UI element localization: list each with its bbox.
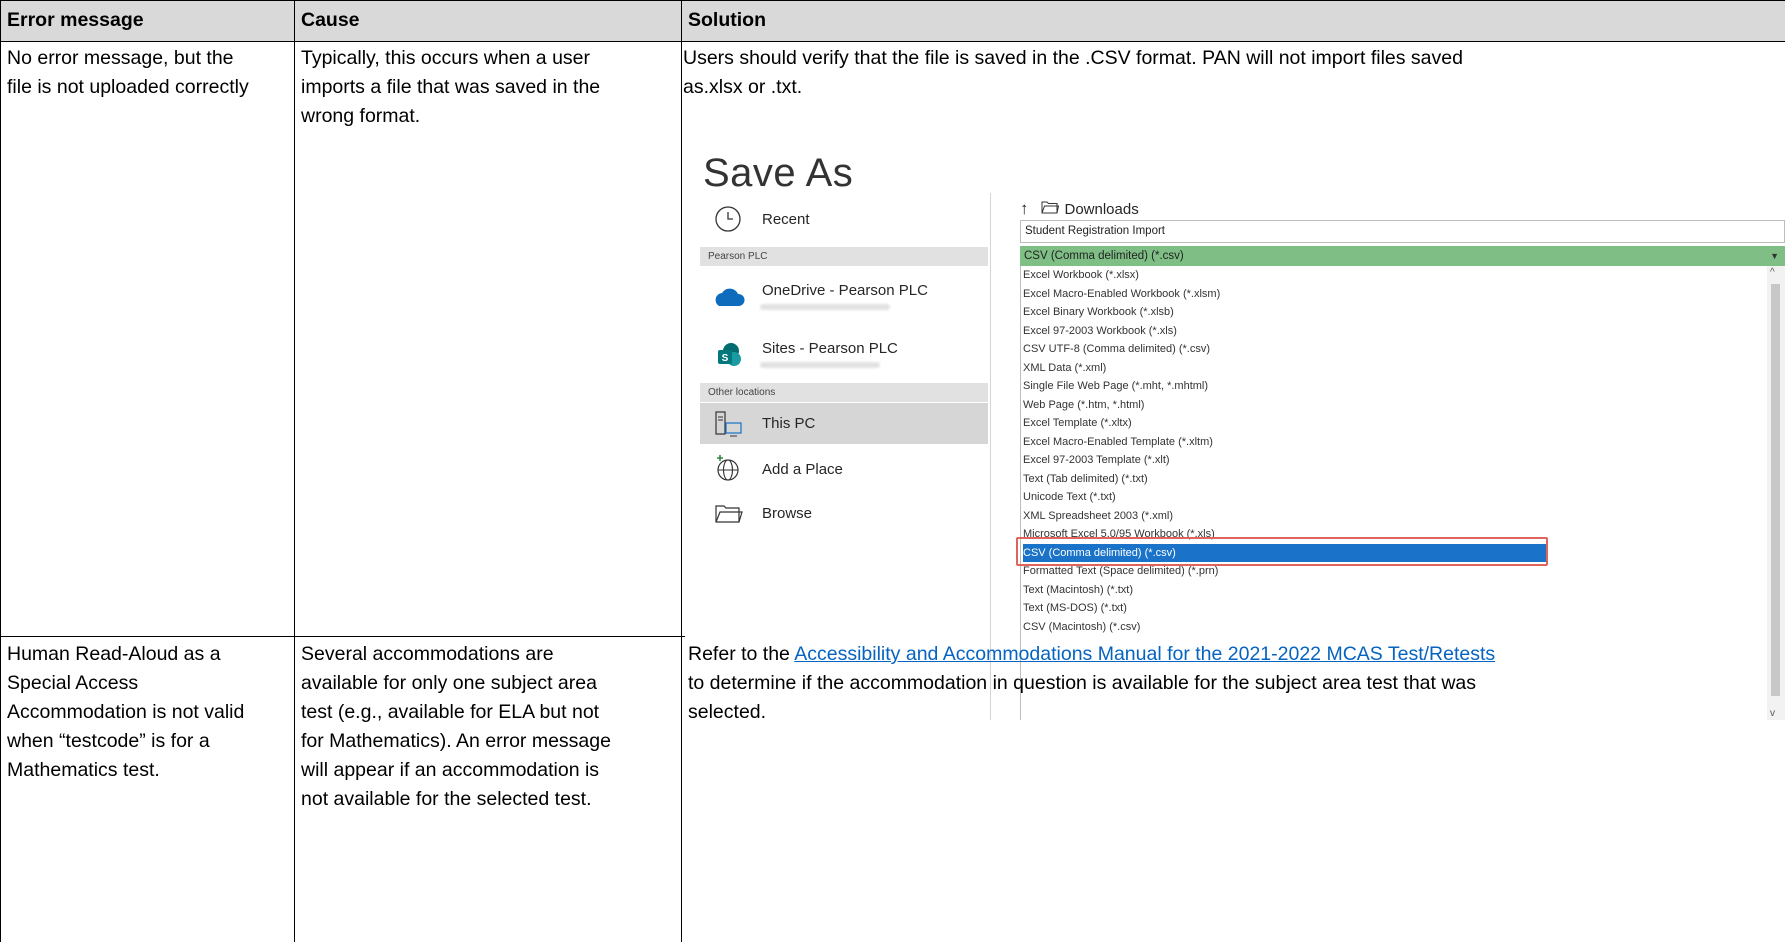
list-item[interactable]: Excel Binary Workbook (*.xlsb): [1023, 303, 1174, 322]
text-line: Typically, this occurs when a user: [301, 47, 591, 69]
row2-cause: Several accommodations are available for…: [301, 640, 611, 814]
save-as-title: Save As: [703, 151, 854, 195]
list-item[interactable]: XML Data (*.xml): [1023, 359, 1106, 378]
list-item[interactable]: CSV (Macintosh) (*.csv): [1023, 618, 1140, 637]
folder-path[interactable]: ↑ Downloads: [1020, 199, 1139, 219]
list-item[interactable]: CSV UTF-8 (Comma delimited) (*.csv): [1023, 340, 1210, 359]
file-type-value: CSV (Comma delimited) (*.csv): [1024, 250, 1184, 262]
list-item[interactable]: XML Spreadsheet 2003 (*.xml): [1023, 507, 1173, 526]
list-item[interactable]: Excel Macro-Enabled Workbook (*.xlsm): [1023, 285, 1220, 304]
text-line: Several accommodations are: [301, 643, 554, 665]
globe-add-icon: [710, 451, 746, 487]
location-label: Sites - Pearson PLC: [762, 339, 898, 357]
folder-name: Downloads: [1064, 200, 1139, 218]
list-item[interactable]: Excel Workbook (*.xlsx): [1023, 266, 1139, 285]
location-label: OneDrive - Pearson PLC: [762, 281, 928, 299]
text-line: available for only one subject area: [301, 672, 597, 694]
file-name-input[interactable]: Student Registration Import: [1020, 220, 1785, 243]
onedrive-cloud-icon: [710, 279, 746, 315]
text-line: selected.: [688, 701, 767, 723]
dropdown-arrow-icon: ▼: [1770, 251, 1779, 261]
text-line: file is not uploaded correctly: [7, 76, 249, 98]
location-onedrive[interactable]: OneDrive - Pearson PLC: [700, 275, 988, 319]
text-line: Refer to the Accessibility and Accommoda…: [688, 640, 1495, 669]
location-label: Recent: [762, 210, 810, 228]
location-label: Browse: [762, 504, 813, 522]
text-line: No error message, but the: [7, 47, 234, 69]
location-this-pc[interactable]: This PC: [700, 403, 988, 444]
clock-icon: [710, 201, 746, 237]
blurred-url: [760, 362, 880, 368]
list-item[interactable]: Unicode Text (*.txt): [1023, 488, 1116, 507]
list-item[interactable]: Excel Template (*.xltx): [1023, 414, 1132, 433]
row2-solution: Refer to the Accessibility and Accommoda…: [688, 640, 1495, 727]
col-border: [0, 0, 1, 942]
location-label: This PC: [762, 415, 816, 432]
text-line: imports a file that was saved in the: [301, 76, 601, 98]
table-top-border: [0, 0, 1785, 1]
col-border: [681, 0, 682, 942]
text-line: to determine if the accommodation in que…: [688, 672, 1477, 694]
text-line: will appear if an accommodation is: [301, 759, 600, 781]
location-add-place[interactable]: Add a Place: [700, 447, 988, 491]
sharepoint-icon: S: [710, 337, 746, 373]
solution-prefix: Refer to the: [688, 643, 795, 665]
list-item[interactable]: Text (Macintosh) (*.txt): [1023, 581, 1133, 600]
row1-cause: Typically, this occurs when a user impor…: [301, 44, 600, 131]
text-line: as.xlsx or .txt.: [683, 76, 803, 98]
text-line: not available for the selected test.: [301, 788, 592, 810]
location-label: Add a Place: [762, 460, 843, 478]
text-line: Human Read-Aloud as a: [7, 643, 221, 665]
list-item[interactable]: Excel Macro-Enabled Template (*.xltm): [1023, 433, 1213, 452]
text-line: wrong format.: [301, 105, 421, 127]
section-pearson: Pearson PLC: [700, 247, 988, 266]
up-arrow-icon[interactable]: ↑: [1020, 199, 1029, 219]
row1-solution: Users should verify that the file is sav…: [683, 44, 1463, 102]
highlight-box: [1016, 537, 1548, 566]
text-line: when “testcode” is for a: [7, 730, 210, 752]
header-solution: Solution: [688, 9, 766, 31]
section-other-locations: Other locations: [700, 383, 988, 402]
text-line: Accommodation is not valid: [7, 701, 245, 723]
svg-text:S: S: [722, 353, 729, 364]
troubleshooting-table: Error message Cause Solution No error me…: [0, 0, 1785, 942]
list-item[interactable]: Excel 97-2003 Workbook (*.xls): [1023, 322, 1177, 341]
scroll-down-icon[interactable]: v: [1770, 708, 1775, 719]
text-line: Mathematics test.: [7, 759, 160, 781]
location-sites[interactable]: S Sites - Pearson PLC: [700, 333, 988, 377]
list-scrollbar[interactable]: ^ v: [1767, 266, 1785, 720]
location-recent[interactable]: Recent: [700, 197, 988, 241]
folder-icon: [1041, 200, 1059, 218]
list-item[interactable]: Web Page (*.htm, *.html): [1023, 396, 1144, 415]
row1-error-message: No error message, but the file is not up…: [7, 44, 249, 102]
location-browse[interactable]: Browse: [700, 491, 988, 535]
text-line: Special Access: [7, 672, 139, 694]
list-item[interactable]: Single File Web Page (*.mht, *.mhtml): [1023, 377, 1208, 396]
save-as-screenshot: Save As Recent Pearson PLC OneDrive - Pe…: [685, 115, 1785, 720]
folder-open-icon: [710, 495, 746, 531]
file-type-select[interactable]: CSV (Comma delimited) (*.csv) ▼: [1020, 246, 1785, 266]
header-error-message: Error message: [7, 9, 144, 31]
scroll-up-icon[interactable]: ^: [1770, 267, 1775, 278]
computer-icon: [710, 406, 746, 442]
list-item[interactable]: Excel 97-2003 Template (*.xlt): [1023, 451, 1170, 470]
accommodations-manual-link[interactable]: Accessibility and Accommodations Manual …: [794, 643, 1495, 665]
text-line: Users should verify that the file is sav…: [683, 47, 1463, 69]
text-line: for Mathematics). An error message: [301, 730, 611, 752]
header-cause: Cause: [301, 9, 360, 31]
col-border: [294, 0, 295, 942]
text-line: test (e.g., available for ELA but not: [301, 701, 600, 723]
header-bottom-border: [0, 41, 1785, 42]
scroll-thumb[interactable]: [1771, 284, 1780, 696]
header-row: [0, 1, 1785, 41]
row2-error-message: Human Read-Aloud as a Special Access Acc…: [7, 640, 244, 785]
blurred-account: [760, 304, 890, 310]
list-item[interactable]: Text (MS-DOS) (*.txt): [1023, 599, 1127, 618]
list-item[interactable]: Text (Tab delimited) (*.txt): [1023, 470, 1148, 489]
